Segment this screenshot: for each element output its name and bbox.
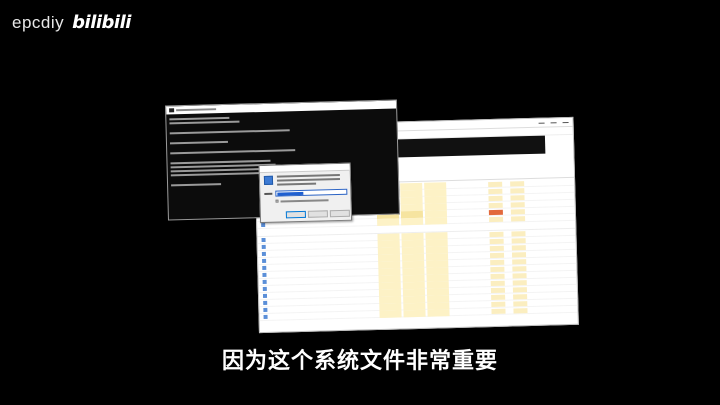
run-dialog-description	[276, 173, 347, 186]
process-icon	[261, 244, 266, 250]
cancel-button[interactable]	[307, 210, 328, 218]
recorded-screen	[157, 94, 598, 340]
maximize-icon[interactable]	[550, 121, 557, 123]
video-subtitle: 因为这个系统文件非常重要	[221, 349, 498, 374]
run-icon	[263, 175, 274, 185]
process-icon	[261, 251, 266, 257]
process-icon	[262, 293, 268, 299]
process-icon	[261, 237, 266, 243]
run-dialog-titlebar	[259, 163, 350, 174]
cmd-title-text	[176, 108, 217, 112]
process-icon	[262, 265, 267, 271]
bilibili-watermark: epcdiy bilibili	[12, 12, 131, 33]
bilibili-logo: bilibili	[72, 12, 131, 33]
run-dialog	[258, 162, 353, 224]
process-icon	[263, 307, 268, 313]
process-icon	[262, 272, 267, 278]
dark-overlay-region	[394, 135, 546, 158]
minimize-icon[interactable]	[538, 122, 545, 124]
run-admin-checkbox[interactable]	[275, 198, 335, 203]
process-icon	[261, 222, 266, 228]
run-command-input[interactable]	[275, 188, 348, 197]
high-usage-cell	[488, 209, 503, 216]
selected-text	[277, 191, 304, 196]
close-icon[interactable]	[562, 121, 569, 123]
uploader-name: epcdiy	[12, 12, 65, 32]
process-icon	[262, 286, 267, 292]
process-icon	[262, 258, 267, 264]
browse-button[interactable]	[329, 209, 350, 218]
process-icon	[263, 300, 268, 306]
cmd-icon	[169, 108, 175, 113]
process-icon	[262, 279, 267, 285]
run-open-label	[264, 192, 273, 195]
checkbox-icon[interactable]	[275, 199, 279, 203]
process-icon	[263, 314, 268, 320]
ok-button[interactable]	[285, 210, 306, 219]
